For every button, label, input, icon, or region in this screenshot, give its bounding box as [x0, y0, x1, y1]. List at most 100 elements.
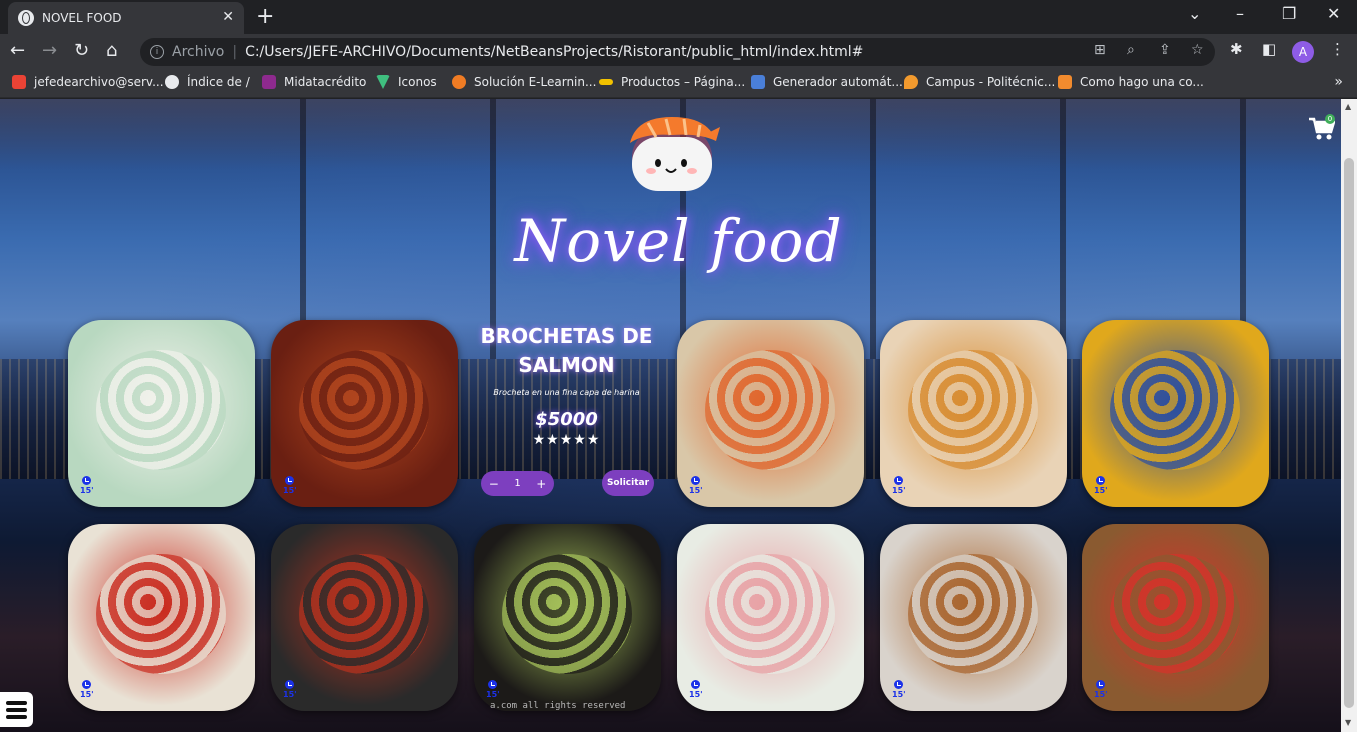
- gmail-icon: [12, 75, 26, 89]
- back-icon[interactable]: ←: [10, 40, 25, 61]
- flame-icon: [904, 75, 918, 89]
- more-bookmarks-icon[interactable]: »: [1334, 74, 1343, 90]
- stopwatch-icon: [894, 476, 904, 485]
- bookmark-label: Midatacrédito: [284, 75, 367, 89]
- dish-card-fried-nuggets[interactable]: 15': [880, 320, 1067, 507]
- bookmark-label: Índice de /: [187, 75, 250, 89]
- dish-card-stuffed-cucumber[interactable]: 15': [68, 320, 255, 507]
- bookmark-star-icon[interactable]: ☆: [1191, 42, 1204, 58]
- dish-card-ham-rolls[interactable]: 15': [677, 524, 864, 711]
- prep-time: 15': [1094, 486, 1108, 495]
- featured-title: BROCHETAS DE SALMON: [480, 324, 653, 377]
- home-icon[interactable]: ⌂: [106, 40, 117, 61]
- prep-time-badge: 15': [689, 680, 703, 699]
- dish-card-crab-avocado-stack[interactable]: 15': [474, 524, 661, 711]
- prep-time: 15': [486, 690, 500, 699]
- featured-dish: BROCHETAS DE SALMON Brocheta en una fina…: [473, 320, 660, 507]
- vue-icon: [376, 75, 390, 89]
- minimize-icon[interactable]: –: [1236, 4, 1244, 23]
- share-icon[interactable]: ⇪: [1159, 42, 1171, 58]
- bookmark-item[interactable]: jefedearchivo@serv...: [12, 75, 164, 89]
- scroll-down-arrow[interactable]: ▼: [1345, 718, 1351, 727]
- profile-avatar[interactable]: A: [1292, 41, 1314, 63]
- stopwatch-icon: [894, 680, 904, 689]
- menu-line: [6, 708, 27, 712]
- menu-line: [6, 701, 27, 705]
- stopwatch-icon: [82, 680, 92, 689]
- dish-photo: [96, 554, 226, 674]
- bookmark-label: Productos – Página...: [621, 75, 746, 89]
- bookmark-label: Campus - Politécnic...: [926, 75, 1056, 89]
- side-panel-icon[interactable]: ◧: [1262, 40, 1276, 58]
- dish-card-caprese-skewers[interactable]: 15': [68, 524, 255, 711]
- bookmark-item[interactable]: Iconos: [376, 75, 437, 89]
- zoom-icon[interactable]: ⌕: [1127, 42, 1135, 58]
- quantity-value[interactable]: 1: [514, 478, 520, 489]
- globe-icon: [18, 10, 34, 26]
- elearning-icon: [452, 75, 466, 89]
- tab-title: NOVEL FOOD: [42, 11, 122, 25]
- featured-price: $5000: [535, 409, 598, 430]
- dish-photo: [1110, 350, 1240, 470]
- sushi-logo: [630, 117, 720, 191]
- menu-toggle-button[interactable]: [0, 692, 33, 727]
- order-button[interactable]: Solicitar: [602, 470, 654, 496]
- bookmark-item[interactable]: Solución E-Learnin...: [452, 75, 596, 89]
- forward-icon[interactable]: →: [42, 40, 57, 61]
- dish-card-glazed-wings[interactable]: 15': [271, 320, 458, 507]
- prep-time-badge: 15': [1094, 476, 1108, 495]
- close-window-icon[interactable]: ✕: [1327, 4, 1340, 23]
- address-url: C:/Users/JEFE-ARCHIVO/Documents/NetBeans…: [245, 44, 864, 60]
- dish-photo: [299, 554, 429, 674]
- dish-photo: [908, 350, 1038, 470]
- question-icon: [1058, 75, 1072, 89]
- generator-icon: [751, 75, 765, 89]
- browser-menu-icon[interactable]: ⋮: [1330, 40, 1345, 58]
- close-tab-icon[interactable]: ✕: [222, 9, 234, 25]
- bookmark-label: Generador automát...: [773, 75, 903, 89]
- cart-count-badge: 0: [1325, 114, 1335, 124]
- decrease-button[interactable]: −: [489, 477, 499, 491]
- bookmark-item[interactable]: Índice de /: [165, 75, 250, 89]
- prep-time: 15': [892, 486, 906, 495]
- dish-card-breaded-rolls[interactable]: 15': [880, 524, 1067, 711]
- bookmark-item[interactable]: Como hago una co...: [1058, 75, 1204, 89]
- dish-photo: [705, 350, 835, 470]
- info-icon[interactable]: i: [150, 45, 164, 59]
- restore-icon[interactable]: ❐: [1282, 4, 1296, 23]
- reload-icon[interactable]: ↻: [74, 40, 89, 61]
- extensions-icon[interactable]: ✱: [1230, 40, 1243, 58]
- bookmark-item[interactable]: Productos – Página...: [599, 75, 745, 89]
- stopwatch-icon: [1096, 476, 1106, 485]
- new-tab-button[interactable]: +: [256, 4, 274, 29]
- browser-tab[interactable]: NOVEL FOOD ✕: [8, 2, 244, 34]
- bookmark-label: jefedearchivo@serv...: [34, 75, 164, 89]
- tab-search-icon[interactable]: ⌄: [1188, 4, 1201, 23]
- prep-time-badge: 15': [486, 680, 500, 699]
- stopwatch-icon: [82, 476, 92, 485]
- dish-card-tostones-salsa[interactable]: 15': [1082, 320, 1269, 507]
- prep-time: 15': [689, 486, 703, 495]
- bookmark-item[interactable]: Generador automát...: [751, 75, 903, 89]
- dish-photo: [1110, 554, 1240, 674]
- prep-time: 15': [689, 690, 703, 699]
- address-bar[interactable]: i Archivo | C:/Users/JEFE-ARCHIVO/Docume…: [140, 38, 1215, 66]
- dish-card-grilled-kebabs[interactable]: 15': [271, 524, 458, 711]
- footer-copyright: a.com all rights reserved: [490, 701, 626, 711]
- stopwatch-icon: [1096, 680, 1106, 689]
- stopwatch-icon: [285, 680, 295, 689]
- translate-icon[interactable]: ⊞: [1094, 42, 1106, 58]
- scroll-up-arrow[interactable]: ▲: [1345, 102, 1351, 111]
- increase-button[interactable]: +: [536, 477, 546, 491]
- productos-icon: [599, 79, 613, 85]
- prep-time: 15': [283, 486, 297, 495]
- bookmark-item[interactable]: Midatacrédito: [262, 75, 366, 89]
- prep-time-badge: 15': [283, 476, 297, 495]
- dish-card-tomato-eggplant-bites[interactable]: 15': [1082, 524, 1269, 711]
- dish-card-shrimp-cocktail[interactable]: 15': [677, 320, 864, 507]
- midatacredito-icon: [262, 75, 276, 89]
- bookmark-item[interactable]: Campus - Politécnic...: [904, 75, 1055, 89]
- prep-time: 15': [80, 486, 94, 495]
- bookmarks-bar: jefedearchivo@serv... Índice de / Midata…: [0, 70, 1357, 98]
- prep-time-badge: 15': [689, 476, 703, 495]
